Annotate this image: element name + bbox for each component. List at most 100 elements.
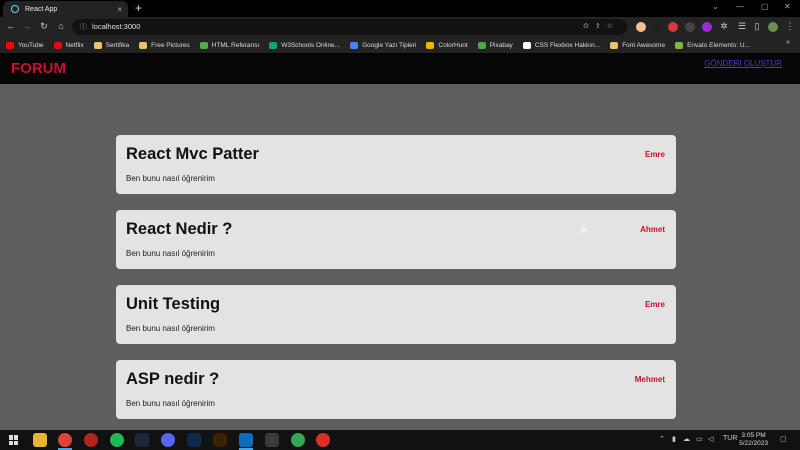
window-close-icon[interactable]: ✕: [784, 2, 791, 11]
site-info-icon[interactable]: ⓘ: [80, 22, 87, 32]
side-panel-icon[interactable]: ▯: [751, 21, 763, 32]
google-lens-icon[interactable]: ⊙: [583, 23, 595, 30]
post-body: Ben bunu nasıl öğrenirim: [126, 399, 215, 408]
clock-time: 3:05 PM: [741, 432, 766, 439]
youtube-icon: [6, 41, 14, 49]
post-card[interactable]: ASP nedir ? Mehmet Ben bunu nasıl öğreni…: [116, 360, 676, 419]
language-indicator[interactable]: TUR: [723, 435, 737, 442]
notifications-icon[interactable]: ▢: [780, 435, 787, 443]
post-author: Emre: [644, 150, 665, 159]
bookmark-item[interactable]: Google Yazı Tipleri: [350, 41, 416, 49]
bookmark-item[interactable]: YouTube: [6, 41, 44, 49]
site-logo[interactable]: FORUM: [11, 60, 66, 77]
reload-icon[interactable]: ↻: [38, 21, 50, 32]
windows-start-icon[interactable]: [9, 435, 19, 445]
system-clock[interactable]: 3:05 PM 5/22/2023: [739, 432, 768, 448]
post-title: React Mvc Patter: [126, 145, 259, 163]
post-author: Mehmet: [634, 375, 665, 384]
illustrator-icon[interactable]: [213, 433, 227, 447]
app-icon[interactable]: [316, 433, 330, 447]
volume-icon[interactable]: ◁: [708, 435, 713, 443]
post-author: Ahmet: [640, 225, 665, 234]
app-icon[interactable]: [291, 433, 305, 447]
address-actions: ⊙⇪☆: [583, 22, 619, 30]
google-fonts-icon: [350, 41, 359, 49]
tab-close-icon[interactable]: ×: [117, 5, 122, 14]
file-explorer-icon[interactable]: [33, 433, 47, 447]
forward-icon[interactable]: →: [21, 21, 33, 31]
bookmark-item[interactable]: Free Pictures: [139, 41, 190, 49]
bookmark-item[interactable]: Envato Elements: U...: [675, 41, 750, 49]
folder-icon: [139, 41, 148, 49]
folder-icon: [93, 41, 102, 49]
profile-avatar[interactable]: [768, 22, 778, 32]
share-icon[interactable]: ⇪: [595, 23, 607, 30]
extension-icon[interactable]: [652, 22, 662, 32]
bookmark-item[interactable]: Sertifika: [93, 41, 129, 49]
post-card[interactable]: React Mvc Patter Emre Ben bunu nasıl öğr…: [116, 135, 676, 194]
folder-icon: [610, 41, 619, 49]
post-title: React Nedir ?: [126, 220, 233, 238]
post-title: Unit Testing: [126, 295, 221, 313]
reading-list-icon[interactable]: ☰: [736, 21, 748, 32]
git-icon[interactable]: [265, 433, 279, 447]
pixabay-icon: [477, 41, 486, 49]
bookmark-item[interactable]: W3Schools Online...: [269, 41, 340, 49]
clock-date: 5/22/2023: [739, 440, 768, 447]
chrome-icon[interactable]: [58, 433, 72, 447]
vscode-icon[interactable]: [239, 433, 253, 447]
extension-icon[interactable]: [702, 22, 712, 32]
post-title: ASP nedir ?: [126, 370, 220, 388]
browser-tab[interactable]: React App ×: [3, 1, 128, 17]
site-navbar: FORUM GÖNDERİ OLUŞTUR: [0, 54, 800, 84]
netflix-icon: [53, 41, 62, 49]
browser-tab-strip: React App × + ⌄ — ▢ ✕: [0, 0, 800, 17]
bookmark-star-icon[interactable]: ☆: [607, 23, 619, 30]
envato-icon: [675, 41, 684, 49]
address-url: localhost:3000: [92, 22, 141, 31]
home-icon[interactable]: ⌂: [55, 21, 67, 31]
post-card[interactable]: React Nedir ? Ahmet Ben bunu nasıl öğren…: [116, 210, 676, 269]
extension-icon[interactable]: [636, 22, 646, 32]
minimize-icon[interactable]: —: [736, 2, 744, 11]
maximize-icon[interactable]: ▢: [761, 2, 769, 11]
bookmark-item[interactable]: Font Awesome: [610, 41, 665, 49]
bookmark-item[interactable]: ColorHunt: [426, 41, 468, 49]
bookmark-item[interactable]: Pixabay: [477, 41, 513, 49]
bookmark-item[interactable]: CSS Flexbox Hakkın...: [522, 41, 600, 49]
bookmark-item[interactable]: Netflix: [53, 41, 84, 49]
taskbar: ⌃ ▮ ☁ ▭ ◁ TUR 3:05 PM 5/22/2023 ▢: [0, 430, 800, 450]
photoshop-icon[interactable]: [187, 433, 201, 447]
html-icon: [199, 41, 208, 49]
extension-icon[interactable]: [685, 22, 695, 32]
create-post-link[interactable]: GÖNDERİ OLUŞTUR: [704, 59, 782, 68]
css-tricks-icon: [522, 41, 531, 49]
post-author: Emre: [644, 300, 665, 309]
bookmarks-overflow-button[interactable]: »: [786, 39, 790, 46]
post-body: Ben bunu nasıl öğrenirim: [126, 324, 215, 333]
steam-icon[interactable]: [135, 433, 149, 447]
back-icon[interactable]: ←: [5, 21, 17, 31]
discord-icon[interactable]: [161, 433, 175, 447]
microphone-icon[interactable]: ▮: [672, 435, 676, 443]
extensions-puzzle-icon[interactable]: ✲: [718, 21, 730, 32]
display-icon[interactable]: ▭: [696, 435, 703, 443]
browser-toolbar: ← → ↻ ⌂ ⓘ localhost:3000 ⊙⇪☆ ✲ ☰ ▯ ⋮: [0, 17, 800, 37]
bookmark-item[interactable]: HTML Referansı: [199, 41, 259, 49]
page-viewport: FORUM GÖNDERİ OLUŞTUR React Mvc Patter E…: [0, 54, 800, 430]
new-tab-button[interactable]: +: [135, 2, 142, 14]
spotify-icon[interactable]: [110, 433, 124, 447]
tray-overflow-icon[interactable]: ⌃: [659, 435, 665, 443]
react-icon: [11, 5, 19, 13]
menu-icon[interactable]: ⋮: [784, 21, 796, 32]
opera-icon[interactable]: [84, 433, 98, 447]
tab-title: React App: [25, 5, 58, 13]
bookmarks-bar: YouTube Netflix Sertifika Free Pictures …: [0, 37, 800, 53]
cloud-icon[interactable]: ☁: [683, 435, 690, 443]
address-bar[interactable]: ⓘ localhost:3000 ⊙⇪☆: [72, 19, 627, 35]
post-card[interactable]: Unit Testing Emre Ben bunu nasıl öğrenir…: [116, 285, 676, 344]
tab-search-icon[interactable]: ⌄: [712, 2, 719, 11]
adblock-icon[interactable]: [668, 22, 678, 32]
w3schools-icon: [269, 41, 278, 49]
post-body: Ben bunu nasıl öğrenirim: [126, 249, 215, 258]
